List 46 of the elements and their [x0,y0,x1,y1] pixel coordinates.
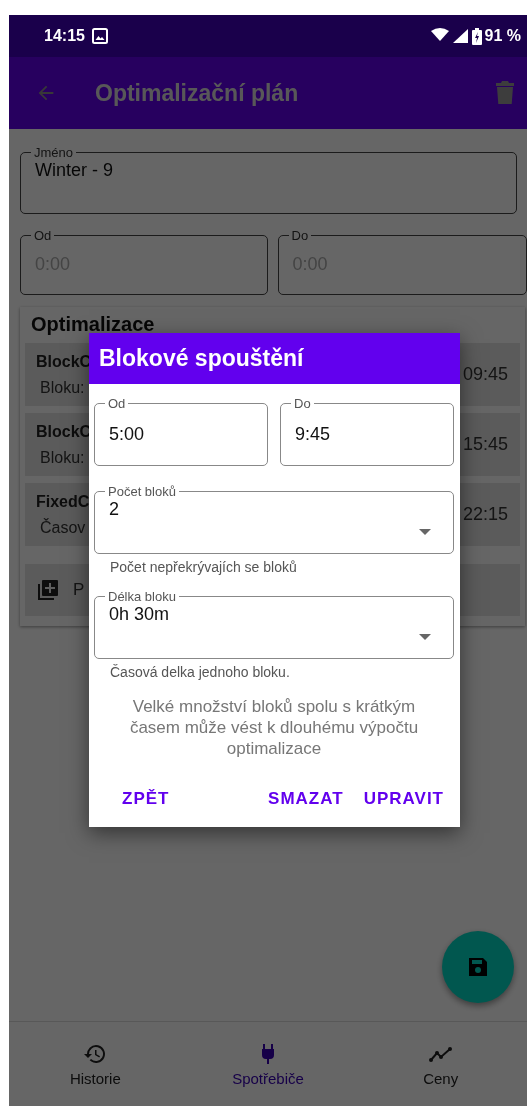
field-value: 0h 30m [109,604,170,625]
field-value: 5:00 [109,423,145,445]
dialog-title: Blokové spouštění [89,333,460,384]
caret-icon [419,529,431,535]
field-label: Od [107,396,127,411]
item-detail: Bloku: [40,448,85,467]
field-label: Do [290,228,310,243]
dialog-button[interactable]: UPRAVIT [353,781,454,817]
item-name: BlockC [36,352,92,371]
warning-text: Velké množství bloků spolu s krátkým časem může vést k dlouhému výpočtu optimalizace [128,696,420,759]
item-detail: Bloku: [40,378,85,397]
dialog-button[interactable]: SMAZAT [258,781,354,817]
caret-icon [419,634,431,640]
save-button[interactable] [442,931,514,1003]
item-time: 15:45 [462,434,508,455]
field-value: 2 [109,499,119,520]
clock: 14:15 [44,27,85,45]
item-name: FixedC [36,492,90,511]
image-icon [91,28,108,44]
field-label: Jméno [33,145,75,160]
field-label: Do [293,396,312,411]
item-name: BlockC [36,422,92,441]
battery-icon [471,27,482,45]
field-label: Počet bloků [107,484,177,499]
dialog-button[interactable]: ZPĚT [112,781,180,817]
add-icon [36,578,60,602]
field-value: Winter - 9 [35,160,113,181]
field-label: Délka bloku [107,589,177,604]
trash-icon[interactable] [495,81,515,105]
signal-icon [451,28,469,44]
item-time: 22:15 [462,504,508,525]
dropdown-field[interactable]: Délka bloku 0h 30m [94,589,454,659]
name-field[interactable]: Jméno Winter - 9 [20,145,517,214]
helper-text: Počet nepřekrývajích se bloků [110,559,298,575]
dropdown-field[interactable]: Počet bloků 2 [94,484,454,554]
item-detail: Časov [40,518,86,537]
time-field[interactable]: Od 5:00 [94,396,268,466]
field-value: 9:45 [295,423,331,445]
save-icon [466,955,490,979]
field-label: Od [33,228,53,243]
time-field[interactable]: Do 9:45 [280,396,454,466]
section-title: Optimalizace [31,313,156,336]
helper-text: Časová delka jednoho bloku. [110,664,291,680]
item-time: 09:45 [462,364,508,385]
battery-level: 91 % [484,27,521,45]
screen-title: Optimalizační plán [95,79,299,107]
